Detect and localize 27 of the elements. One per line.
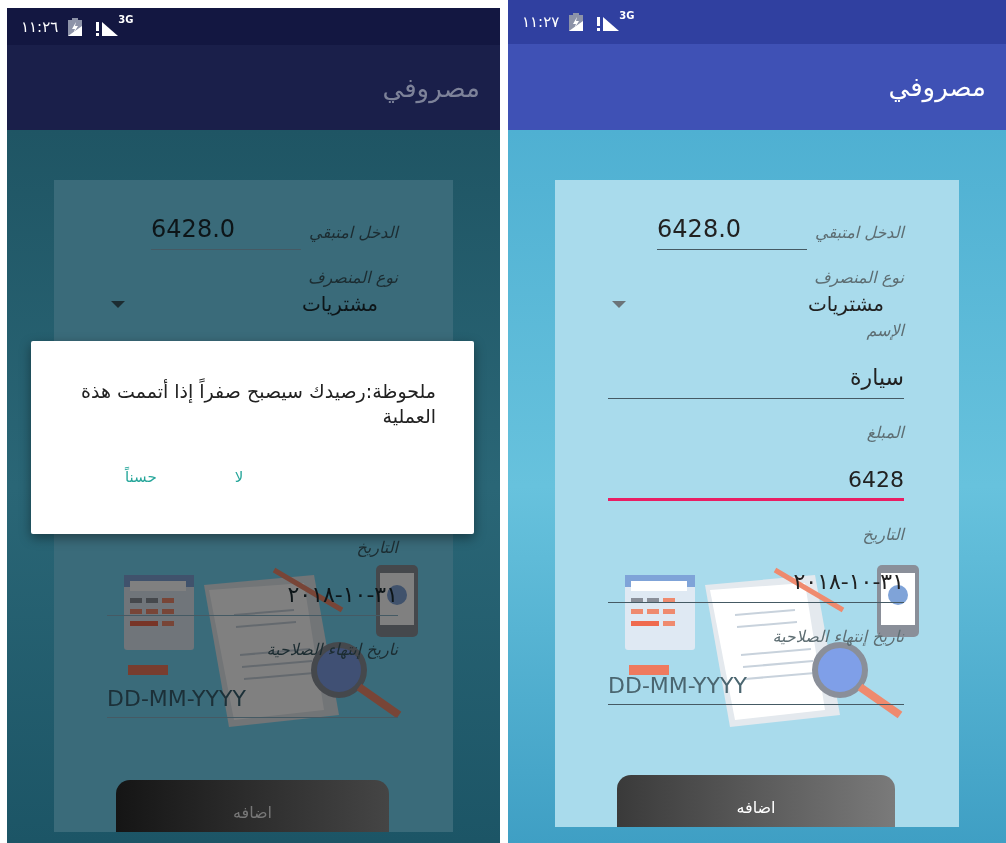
app-title: مصروفي: [382, 72, 480, 103]
field-label: نوع المنصرف: [812, 268, 904, 287]
status-time: ١١:٢٦: [21, 17, 59, 36]
dropdown-arrow-icon: [111, 300, 125, 308]
battery-charging-icon: [68, 17, 83, 36]
balance-value: 6428.0: [151, 214, 302, 250]
status-time: ١١:٢٧: [522, 13, 560, 31]
network-type: 3G: [118, 14, 134, 25]
field-label: المبلغ: [865, 423, 904, 444]
balance-value: 6428.0: [657, 214, 808, 250]
text-field[interactable]: سيارة: [608, 349, 904, 399]
field-label: الدخل امتبقي: [309, 222, 398, 242]
field-label: التاريخ: [355, 538, 398, 559]
field-label: نوع المنصرف: [306, 268, 398, 287]
app-title: مصروفي: [888, 72, 986, 102]
field-label: الإسم: [865, 321, 904, 342]
field-label: ناريخ إنتهاء الصلاحية: [265, 640, 398, 661]
battery-charging-icon: [569, 13, 584, 31]
network-type: 3G: [619, 10, 635, 21]
category-dropdown[interactable]: مشتريات: [608, 287, 904, 321]
field-label: التاريخ: [861, 525, 904, 546]
field-label: الدخل امتبقي: [815, 222, 904, 242]
text-field[interactable]: 6428: [608, 451, 904, 501]
text-field[interactable]: ٣١-١٠-٢٠١٨: [608, 553, 904, 603]
dropdown-arrow-icon: [612, 300, 626, 308]
add-button[interactable]: اضافه: [617, 775, 895, 827]
dialog-message: ملحوظة:رصيدك سيصبح صفراً إذا أتممت هذة العملية: [80, 379, 436, 429]
